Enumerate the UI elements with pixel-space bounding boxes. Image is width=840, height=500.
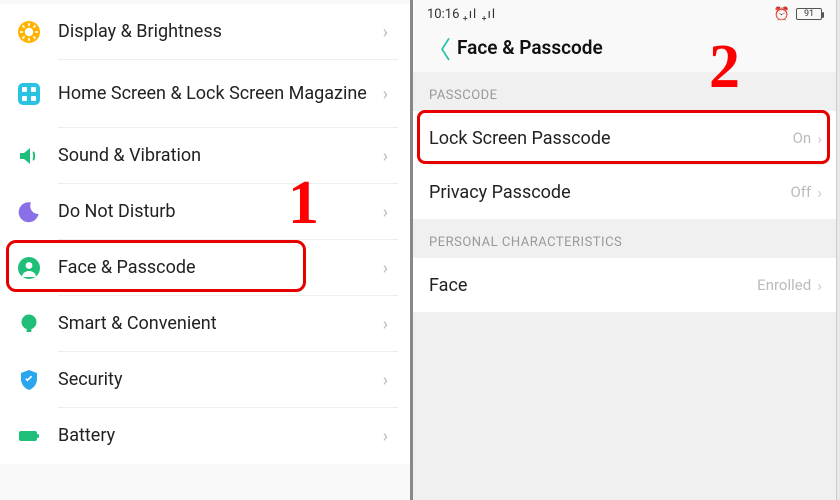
status-left: 10:16 ₊ıl ₊ıl <box>427 7 496 22</box>
chevron-right-icon: › <box>383 426 388 447</box>
setting-row-face-passcode[interactable]: Face & Passcode › <box>0 240 410 296</box>
status-right: ⏰ 91 <box>774 7 822 22</box>
face-icon <box>16 255 42 281</box>
sun-icon <box>16 19 42 45</box>
setting-row-security[interactable]: Security › <box>0 352 410 408</box>
chevron-right-icon: › <box>383 22 388 43</box>
row-lock-screen-passcode[interactable]: Lock Screen Passcode On › <box>413 111 836 165</box>
setting-label: Face & Passcode <box>42 257 383 280</box>
section-header-personal: PERSONAL CHARACTERISTICS <box>413 219 836 258</box>
setting-row-home[interactable]: Home Screen & Lock Screen Magazine › <box>0 60 410 128</box>
setting-label: Sound & Vibration <box>42 145 383 168</box>
row-privacy-passcode[interactable]: Privacy Passcode Off › <box>413 165 836 219</box>
battery-icon <box>16 423 42 449</box>
setting-row-sound[interactable]: Sound & Vibration › <box>0 128 410 184</box>
row-value: On <box>793 129 818 147</box>
setting-row-battery[interactable]: Battery › <box>0 408 410 464</box>
row-value: Enrolled <box>757 276 817 294</box>
row-label: Lock Screen Passcode <box>429 128 793 149</box>
row-label: Face <box>429 275 757 296</box>
chevron-right-icon: › <box>383 314 388 335</box>
chevron-right-icon: › <box>383 370 388 391</box>
setting-label: Display & Brightness <box>42 21 383 44</box>
chevron-right-icon: › <box>817 183 822 202</box>
bulb-icon <box>16 311 42 337</box>
setting-row-smart[interactable]: Smart & Convenient › <box>0 296 410 352</box>
moon-icon <box>16 199 42 225</box>
face-passcode-screen: 10:16 ₊ıl ₊ıl ⏰ 91 〈 Face & Passcode PAS… <box>413 0 837 500</box>
chevron-right-icon: › <box>817 276 822 295</box>
row-label: Privacy Passcode <box>429 182 790 203</box>
setting-row-dnd[interactable]: Do Not Disturb › <box>0 184 410 240</box>
chevron-right-icon: › <box>817 129 822 148</box>
chevron-right-icon: › <box>383 146 388 167</box>
row-face[interactable]: Face Enrolled › <box>413 258 836 312</box>
setting-label: Security <box>42 369 383 392</box>
chevron-right-icon: › <box>383 258 388 279</box>
back-button[interactable]: 〈 <box>423 30 455 65</box>
chevron-right-icon: › <box>383 202 388 223</box>
speaker-icon <box>16 143 42 169</box>
status-time: 10:16 <box>427 7 459 22</box>
grid-icon <box>16 81 42 107</box>
title-bar: 〈 Face & Passcode <box>413 26 836 72</box>
signal-icon: ₊ıl ₊ıl <box>463 7 496 22</box>
shield-icon <box>16 367 42 393</box>
setting-label: Do Not Disturb <box>42 201 383 224</box>
section-header-passcode: PASSCODE <box>413 72 836 111</box>
row-value: Off <box>790 183 817 201</box>
status-bar: 10:16 ₊ıl ₊ıl ⏰ 91 <box>413 0 836 26</box>
setting-row-display[interactable]: Display & Brightness › <box>0 4 410 60</box>
battery-icon: 91 <box>796 8 822 20</box>
empty-area <box>413 312 836 500</box>
page-title: Face & Passcode <box>455 36 603 59</box>
setting-label: Smart & Convenient <box>42 313 383 336</box>
setting-label: Battery <box>42 425 383 448</box>
settings-list-screen: Display & Brightness › Home Screen & Loc… <box>0 0 413 500</box>
setting-label: Home Screen & Lock Screen Magazine <box>42 83 383 106</box>
chevron-right-icon: › <box>383 84 388 105</box>
alarm-icon: ⏰ <box>774 7 790 22</box>
